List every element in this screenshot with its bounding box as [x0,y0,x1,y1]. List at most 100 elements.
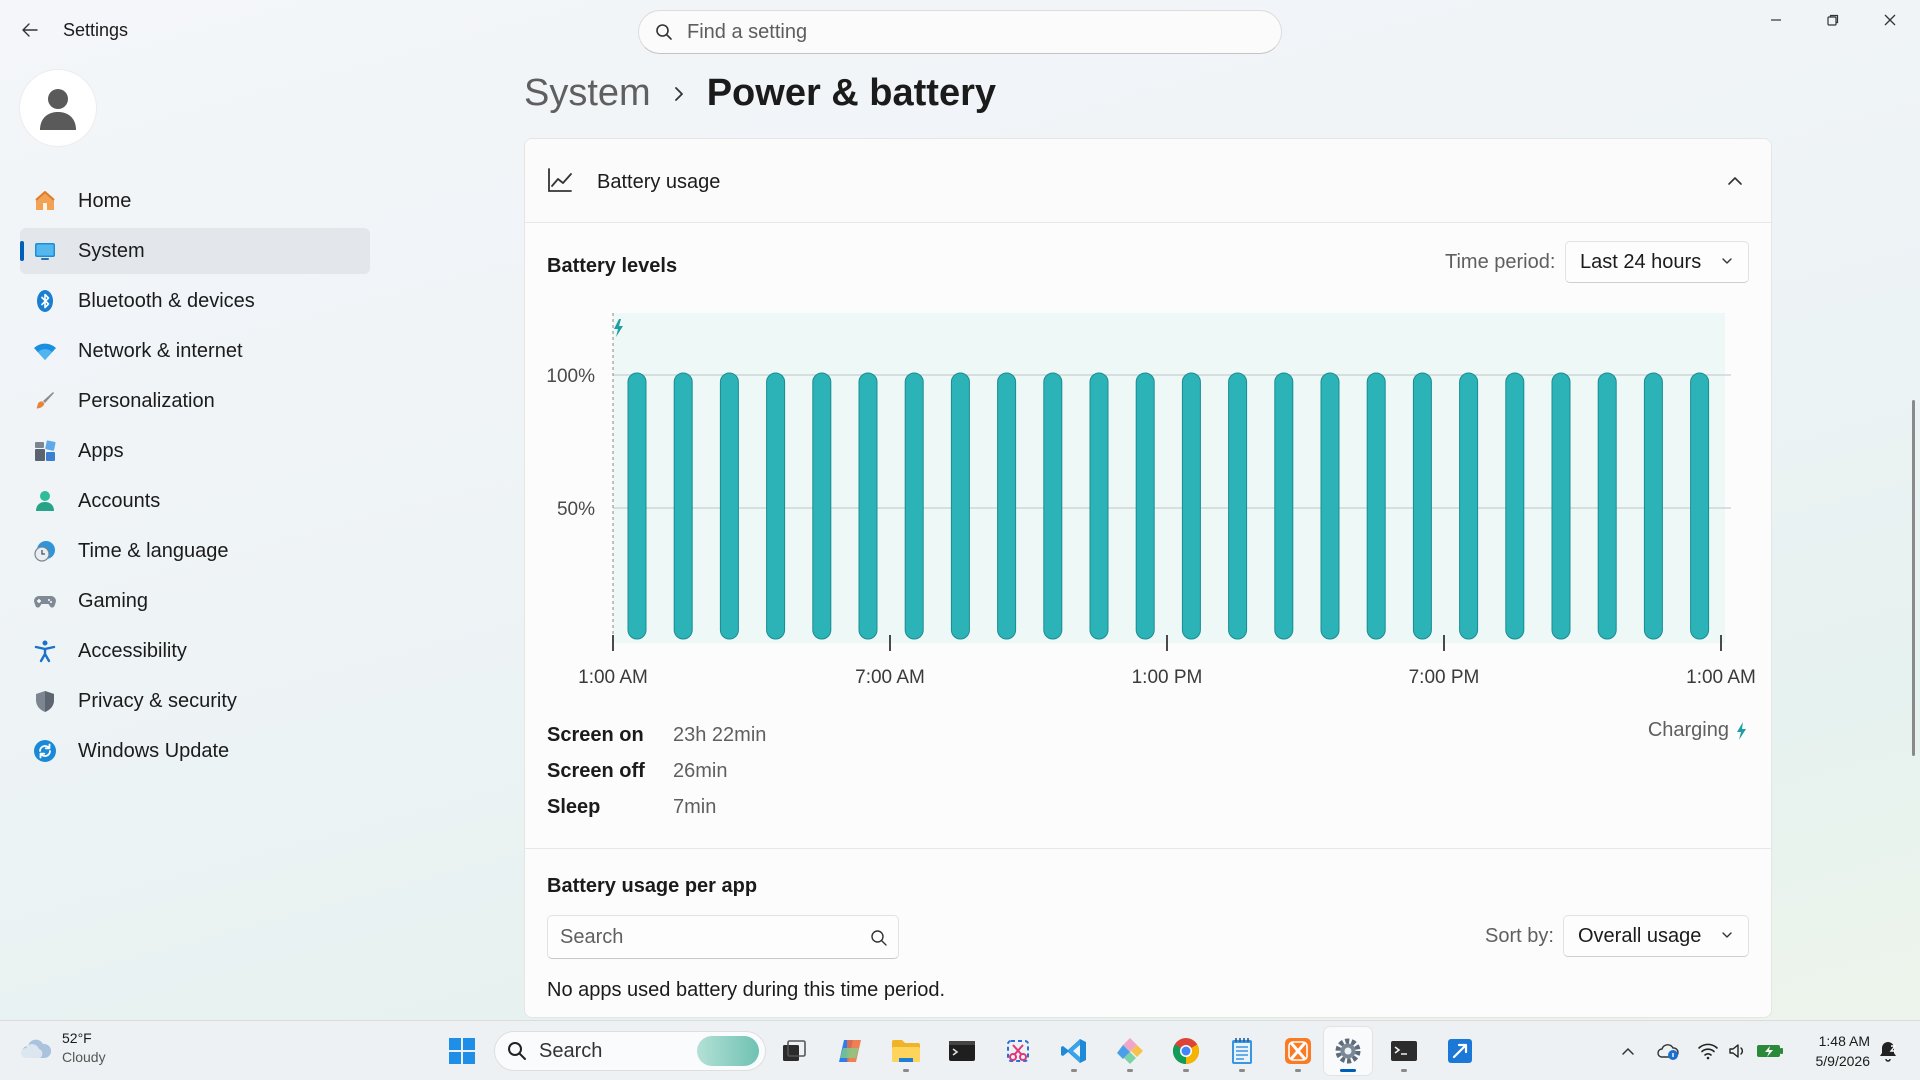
stat-label: Sleep [547,795,601,818]
sidebar-item-accounts[interactable]: Accounts [20,478,370,524]
sidebar-item-privacy[interactable]: Privacy & security [20,678,370,724]
taskbar-app-git[interactable] [1106,1027,1154,1075]
app-search-input[interactable] [560,925,860,949]
taskbar-search[interactable]: Search [494,1031,766,1071]
minimize-button[interactable] [1748,0,1804,40]
sidebar-nav: Home System Bluetooth & devices Network … [20,178,370,778]
taskbar-app-copilot[interactable] [826,1027,874,1075]
chevron-down-icon [1722,258,1732,264]
battery-bar [766,372,786,640]
time-period-dropdown[interactable]: Last 24 hours [1565,241,1749,283]
sort-by-label: Sort by: [1485,925,1554,947]
sidebar-item-label: Bluetooth & devices [78,289,255,312]
wifi-tray-icon[interactable] [1694,1037,1722,1065]
taskbar-app-xampp[interactable] [1274,1027,1322,1075]
taskbar-app-store[interactable] [1436,1027,1484,1075]
close-button[interactable] [1862,0,1918,40]
taskbar-app-vscode[interactable] [1050,1027,1098,1075]
battery-bar [1228,372,1248,640]
chevron-right-icon [673,86,685,102]
running-indicator [1239,1069,1245,1072]
breadcrumb-system-link[interactable]: System [524,72,651,115]
weather-widget[interactable]: 52°F Cloudy [20,1029,106,1067]
battery-usage-header[interactable]: Battery usage [525,139,1771,223]
time-period-label: Time period: [1445,251,1556,273]
battery-usage-title: Battery usage [597,171,721,193]
clock-date: 5/9/2026 [1815,1053,1871,1069]
taskbar-app-notepad[interactable] [1218,1027,1266,1075]
stat-value: 26min [673,759,728,782]
y-tick-label: 50% [557,499,595,520]
windows-logo-icon [449,1038,475,1064]
battery-bar [1412,372,1432,640]
sidebar-item-windows-update[interactable]: Windows Update [20,728,370,774]
stat-row-screen-on: Screen on 23h 22min [547,717,766,753]
search-icon [871,930,887,946]
onedrive-tray-icon[interactable] [1654,1037,1682,1065]
page-scrollbar[interactable] [1912,400,1915,756]
stat-label: Screen off [547,759,645,782]
x-tick-label: 1:00 AM [578,667,648,688]
taskbar-app-snipping-tool[interactable] [994,1027,1042,1075]
brush-icon [32,388,58,414]
battery-tray-icon[interactable] [1756,1037,1784,1065]
sidebar-item-label: Home [78,189,132,212]
update-icon [32,738,58,764]
speaker-icon [1729,1044,1743,1058]
sidebar-item-system[interactable]: System [20,228,370,274]
cloud-info-icon [1657,1044,1679,1060]
stat-row-screen-off: Screen off 26min [547,753,766,789]
running-indicator [1295,1069,1301,1072]
battery-bar [673,372,693,640]
sort-by-dropdown[interactable]: Overall usage [1563,915,1749,957]
battery-bar [1597,372,1617,640]
battery-bar [812,372,832,640]
sidebar-item-time-language[interactable]: Time & language [20,528,370,574]
battery-bar [1043,372,1063,640]
taskbar-app-settings[interactable] [1324,1027,1372,1075]
show-hidden-icons-button[interactable] [1614,1037,1642,1065]
cloud-icon [21,1039,52,1058]
battery-usage-panel: Battery usage Battery levels Time period… [524,138,1772,1018]
empty-message: No apps used battery during this time pe… [547,979,945,1001]
taskbar-app-command-prompt[interactable] [1380,1027,1428,1075]
wifi-icon [1698,1043,1718,1060]
sidebar-item-apps[interactable]: Apps [20,428,370,474]
taskbar: 52°F Cloudy Search 1:48 AM 5/9/2026 [0,1020,1920,1080]
sidebar-item-gaming[interactable]: Gaming [20,578,370,624]
sidebar-item-personalization[interactable]: Personalization [20,378,370,424]
xampp-icon [1285,1038,1311,1064]
restore-button[interactable] [1805,0,1861,40]
collapse-button[interactable] [1717,163,1753,199]
sidebar-item-accessibility[interactable]: Accessibility [20,628,370,674]
shield-icon [32,688,58,714]
settings-search-input[interactable] [687,20,1247,44]
app-search-box[interactable] [547,915,899,959]
settings-search-box[interactable] [638,10,1282,54]
apps-icon [32,438,58,464]
running-indicator [1183,1069,1189,1072]
battery-bar [1366,372,1386,640]
user-avatar[interactable] [20,70,96,146]
start-button[interactable] [438,1027,486,1075]
taskbar-app-file-explorer[interactable] [882,1027,930,1075]
sidebar-item-network[interactable]: Network & internet [20,328,370,374]
sidebar-item-label: Accessibility [78,639,187,662]
sidebar-item-home[interactable]: Home [20,178,370,224]
sidebar-item-bluetooth[interactable]: Bluetooth & devices [20,278,370,324]
task-view-button[interactable] [770,1027,818,1075]
running-indicator [903,1069,909,1072]
battery-bar [627,372,647,640]
back-button[interactable] [14,14,46,46]
battery-charging-icon [1757,1045,1783,1057]
volume-tray-icon[interactable] [1724,1037,1752,1065]
gear-icon [1335,1038,1361,1064]
taskbar-clock[interactable]: 1:48 AM 5/9/2026 [1800,1031,1871,1071]
taskbar-app-terminal-black[interactable] [938,1027,986,1075]
notification-bell-button[interactable] [1874,1037,1902,1065]
taskbar-app-chrome[interactable] [1162,1027,1210,1075]
running-indicator [1127,1069,1133,1072]
line-chart-icon [547,167,573,198]
x-tick-label: 7:00 AM [855,667,925,688]
battery-bar [1320,372,1340,640]
